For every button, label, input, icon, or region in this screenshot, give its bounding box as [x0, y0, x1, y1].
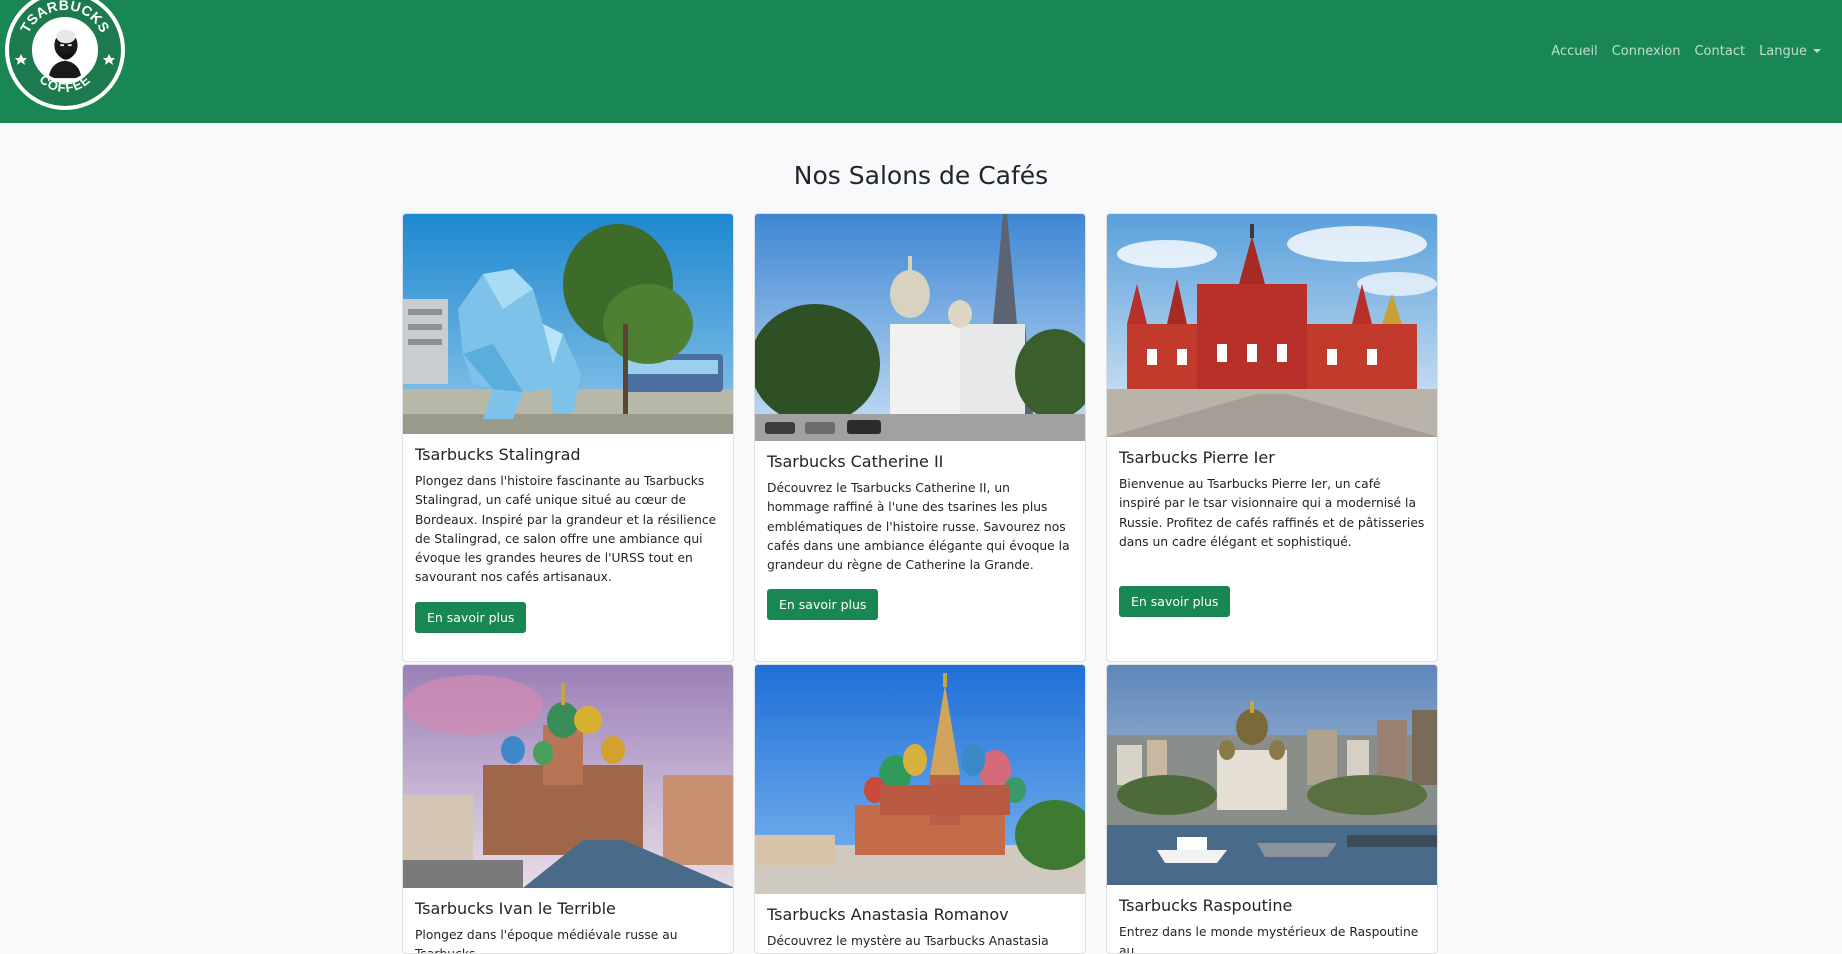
card-body: Tsarbucks Catherine II Découvrez le Tsar… — [755, 441, 1085, 631]
card-image-ivan — [403, 665, 733, 888]
cafe-card-catherine: Tsarbucks Catherine II Découvrez le Tsar… — [754, 213, 1086, 662]
card-description: Plongez dans l'époque médiévale russe au… — [415, 928, 678, 953]
learn-more-button[interactable]: En savoir plus — [1119, 586, 1231, 618]
cafe-card-pierre: Tsarbucks Pierre Ier Bienvenue au Tsarbu… — [1106, 213, 1438, 662]
card-body: Tsarbucks Ivan le Terrible Plongez dans … — [403, 888, 733, 953]
saint-basil-image — [755, 665, 1085, 894]
vladivostok-harbor-image — [1107, 665, 1437, 885]
nav-dropdown-langue[interactable]: Langue — [1752, 42, 1828, 61]
card-body: Tsarbucks Stalingrad Plongez dans l'hist… — [403, 434, 733, 644]
card-title: Tsarbucks Anastasia Romanov — [767, 905, 1009, 924]
card-description: Découvrez le mystère au Tsarbucks Anasta… — [767, 934, 1049, 948]
svg-text:COFFEE: COFFEE — [37, 72, 94, 96]
card-title: Tsarbucks Pierre Ier — [1119, 448, 1275, 467]
brand-logo[interactable]: TSARBUCKS COFFEE — [5, 0, 125, 110]
page-title: Nos Salons de Cafés — [793, 161, 1049, 190]
card-image-anastasia — [755, 665, 1085, 894]
card-body: Tsarbucks Pierre Ier Bienvenue au Tsarbu… — [1107, 437, 1437, 628]
cafe-card-anastasia: Tsarbucks Anastasia Romanov Découvrez le… — [754, 664, 1086, 954]
nav-link-contact[interactable]: Contact — [1687, 42, 1752, 61]
cafe-card-raspoutine: Tsarbucks Raspoutine Entrez dans le mond… — [1106, 664, 1438, 954]
card-title: Tsarbucks Ivan le Terrible — [415, 899, 616, 918]
learn-more-button[interactable]: En savoir plus — [767, 589, 879, 621]
card-image-stalingrad — [403, 214, 733, 434]
card-description: Découvrez le Tsarbucks Catherine II, un … — [767, 481, 1070, 573]
historical-museum-image — [1107, 214, 1437, 437]
card-title: Tsarbucks Raspoutine — [1119, 896, 1293, 915]
card-description: Entrez dans le monde mystérieux de Raspo… — [1119, 925, 1419, 954]
cafe-card-ivan: Tsarbucks Ivan le Terrible Plongez dans … — [402, 664, 734, 954]
logo-lettering: TSARBUCKS COFFEE — [15, 0, 115, 96]
card-description: Bienvenue au Tsarbucks Pierre Ier, un ca… — [1119, 477, 1425, 549]
nav-link-connexion[interactable]: Connexion — [1605, 42, 1688, 61]
card-description: Plongez dans l'histoire fascinante au Ts… — [415, 474, 717, 585]
card-body: Tsarbucks Raspoutine Entrez dans le mond… — [1107, 885, 1437, 954]
logo-ring: TSARBUCKS COFFEE — [9, 0, 121, 106]
cafe-card-stalingrad: Tsarbucks Stalingrad Plongez dans l'hist… — [402, 213, 734, 662]
card-body: Tsarbucks Anastasia Romanov Découvrez le… — [755, 894, 1085, 953]
card-title: Tsarbucks Catherine II — [767, 452, 944, 471]
card-image-catherine — [755, 214, 1085, 441]
learn-more-button[interactable]: En savoir plus — [415, 601, 527, 633]
chevron-down-icon — [1813, 49, 1821, 53]
card-image-pierre — [1107, 214, 1437, 437]
blue-lion-statue-image — [403, 214, 733, 434]
nav-link-accueil[interactable]: Accueil — [1544, 42, 1604, 61]
card-image-raspoutine — [1107, 665, 1437, 885]
svg-text:TSARBUCKS: TSARBUCKS — [17, 0, 113, 35]
savior-on-blood-image — [403, 665, 733, 888]
card-title: Tsarbucks Stalingrad — [415, 445, 581, 464]
cathedral-eiffel-image — [755, 214, 1085, 441]
navbar: TSARBUCKS COFFEE Accueil Connexion Conta… — [0, 0, 1842, 123]
nav-dropdown-langue-label: Langue — [1759, 44, 1807, 59]
nav-menu: Accueil Connexion Contact Langue — [1544, 42, 1828, 61]
